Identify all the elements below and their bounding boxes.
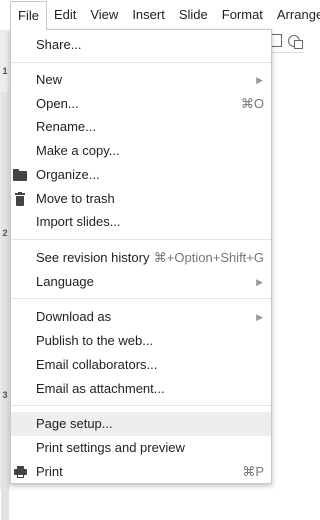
menu-item-open[interactable]: Open... ⌘O xyxy=(11,92,271,116)
toolbar-divider xyxy=(272,52,304,53)
menu-item-download-as[interactable]: Download as ▶ xyxy=(11,305,271,329)
text-box-icon[interactable] xyxy=(272,34,282,47)
menu-item-language[interactable]: Language ▶ xyxy=(11,270,271,294)
submenu-arrow-icon: ▶ xyxy=(256,277,263,287)
menu-item-import-slides[interactable]: Import slides... xyxy=(11,210,271,234)
submenu-arrow-icon: ▶ xyxy=(256,75,263,85)
shortcut-print: ⌘P xyxy=(242,464,264,479)
menu-arrange[interactable]: Arrange xyxy=(270,0,320,30)
toolbar-icons xyxy=(272,34,303,49)
toolbar-area xyxy=(272,30,304,490)
shape-icon[interactable] xyxy=(286,34,303,49)
menu-item-organize[interactable]: Organize... xyxy=(11,163,271,187)
menu-edit[interactable]: Edit xyxy=(47,0,83,30)
menu-separator xyxy=(11,239,271,240)
menu-format[interactable]: Format xyxy=(215,0,270,30)
menu-item-page-setup[interactable]: Page setup... xyxy=(11,412,271,436)
slide-number-3: 3 xyxy=(2,390,8,400)
shortcut-revision-history: ⌘+Option+Shift+G xyxy=(153,250,264,265)
slide-thumbnail-edge[interactable] xyxy=(1,92,9,520)
menubar: File Edit View Insert Slide Format Arran… xyxy=(0,0,320,30)
submenu-arrow-icon: ▶ xyxy=(256,312,263,322)
menu-item-move-to-trash[interactable]: Move to trash xyxy=(11,187,271,211)
menu-separator xyxy=(11,62,271,63)
menu-slide[interactable]: Slide xyxy=(172,0,215,30)
menu-item-email-collaborators[interactable]: Email collaborators... xyxy=(11,353,271,377)
menu-separator xyxy=(11,298,271,299)
trash-icon xyxy=(13,192,29,207)
menu-insert[interactable]: Insert xyxy=(125,0,172,30)
print-icon xyxy=(13,466,29,480)
slide-number-2: 2 xyxy=(2,228,8,238)
menu-item-email-attachment[interactable]: Email as attachment... xyxy=(11,377,271,401)
menu-item-revision-history[interactable]: See revision history ⌘+Option+Shift+G xyxy=(11,246,271,270)
menu-item-rename[interactable]: Rename... xyxy=(11,115,271,139)
slide-panel-strip: 1 2 3 xyxy=(0,30,10,520)
folder-icon xyxy=(13,169,29,183)
slide-number-1: 1 xyxy=(2,66,8,76)
menu-item-print-settings[interactable]: Print settings and preview xyxy=(11,436,271,460)
menu-item-print[interactable]: Print ⌘P xyxy=(11,460,271,484)
menu-item-share[interactable]: Share... xyxy=(11,33,271,57)
shortcut-open: ⌘O xyxy=(240,96,264,111)
menu-item-publish-web[interactable]: Publish to the web... xyxy=(11,329,271,353)
file-menu-dropdown: Share... New ▶ Open... ⌘O Rename... Make… xyxy=(10,29,272,484)
menu-item-new[interactable]: New ▶ xyxy=(11,68,271,92)
menu-file[interactable]: File xyxy=(10,0,47,30)
menu-separator xyxy=(11,405,271,406)
menu-item-make-copy[interactable]: Make a copy... xyxy=(11,139,271,163)
menu-view[interactable]: View xyxy=(83,0,125,30)
